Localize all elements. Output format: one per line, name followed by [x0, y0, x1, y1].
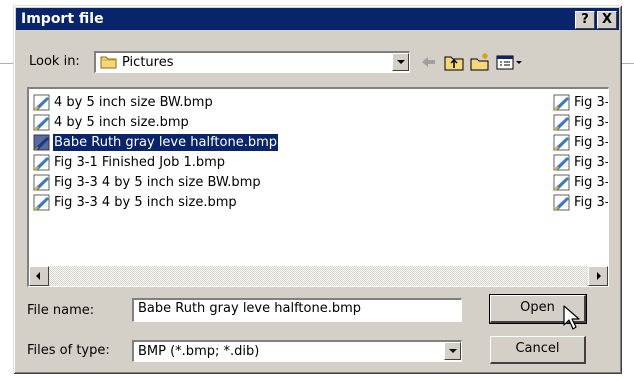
files-of-type-dropdown[interactable]: BMP (*.bmp; *.dib): [132, 340, 462, 362]
bitmap-file-icon: [553, 134, 570, 151]
files-of-type-dropdown-arrow[interactable]: [444, 342, 461, 360]
file-name: Fig 3-6: [574, 175, 608, 190]
bitmap-file-icon: [553, 94, 570, 111]
scroll-left-button[interactable]: [29, 266, 49, 286]
import-file-dialog: Import file ? X Look in: Pictures 4 by 5…: [13, 5, 622, 374]
files-of-type-label: Files of type:: [27, 343, 110, 358]
page-rule-left: [0, 63, 14, 64]
cancel-button[interactable]: Cancel: [490, 336, 586, 364]
file-name: Fig 3-3 4 by 5 inch size BW.bmp: [54, 175, 261, 190]
title-bar: Import file ? X: [16, 8, 619, 30]
bitmap-file-icon: [553, 154, 570, 171]
bitmap-file-icon: [553, 194, 570, 211]
file-name-label: File name:: [27, 303, 95, 318]
bitmap-file-icon: [33, 134, 50, 151]
bitmap-file-icon: [33, 194, 50, 211]
file-name-input[interactable]: Babe Ruth gray leve halftone.bmp: [132, 298, 462, 322]
bitmap-file-icon: [33, 94, 50, 111]
file-name: Fig 3-4: [574, 115, 608, 130]
look-in-dropdown[interactable]: Pictures: [94, 51, 410, 73]
file-name: Fig 3-5: [574, 135, 608, 150]
look-in-label: Look in:: [29, 54, 80, 69]
file-name: 4 by 5 inch size.bmp: [54, 115, 189, 130]
folder-icon: [100, 56, 117, 69]
look-in-value: Pictures: [122, 55, 174, 70]
file-name: Fig 3-5: [574, 155, 608, 170]
file-name: Fig 3-6: [574, 195, 608, 210]
bitmap-file-icon: [553, 174, 570, 191]
bitmap-file-icon: [33, 174, 50, 191]
view-menu-icon[interactable]: [495, 52, 525, 72]
scroll-right-button[interactable]: [588, 266, 608, 286]
page-rule-right: [621, 63, 634, 64]
file-name: Fig 3-3 4 by 5 inch size.bmp: [54, 195, 237, 210]
dialog-title: Import file: [21, 11, 104, 27]
look-in-dropdown-arrow[interactable]: [392, 53, 409, 71]
open-button[interactable]: Open: [489, 294, 587, 324]
new-folder-icon[interactable]: [469, 52, 491, 72]
bitmap-file-icon: [33, 154, 50, 171]
up-folder-icon[interactable]: [443, 52, 465, 72]
file-name: Fig 3-4: [574, 95, 608, 110]
bitmap-file-icon: [33, 114, 50, 131]
back-arrow-icon[interactable]: [417, 52, 439, 72]
file-name: 4 by 5 inch size BW.bmp: [54, 95, 213, 110]
file-name: Fig 3-1 Finished Job 1.bmp: [54, 155, 226, 170]
horizontal-scrollbar[interactable]: [29, 266, 608, 286]
files-of-type-value: BMP (*.bmp; *.dib): [138, 344, 260, 359]
file-name: Babe Ruth gray leve halftone.bmp: [53, 134, 278, 151]
bitmap-file-icon: [553, 114, 570, 131]
help-button[interactable]: ?: [575, 11, 595, 29]
close-button[interactable]: X: [597, 11, 617, 29]
file-list[interactable]: 4 by 5 inch size BW.bmp 4 by 5 inch size…: [27, 87, 609, 287]
